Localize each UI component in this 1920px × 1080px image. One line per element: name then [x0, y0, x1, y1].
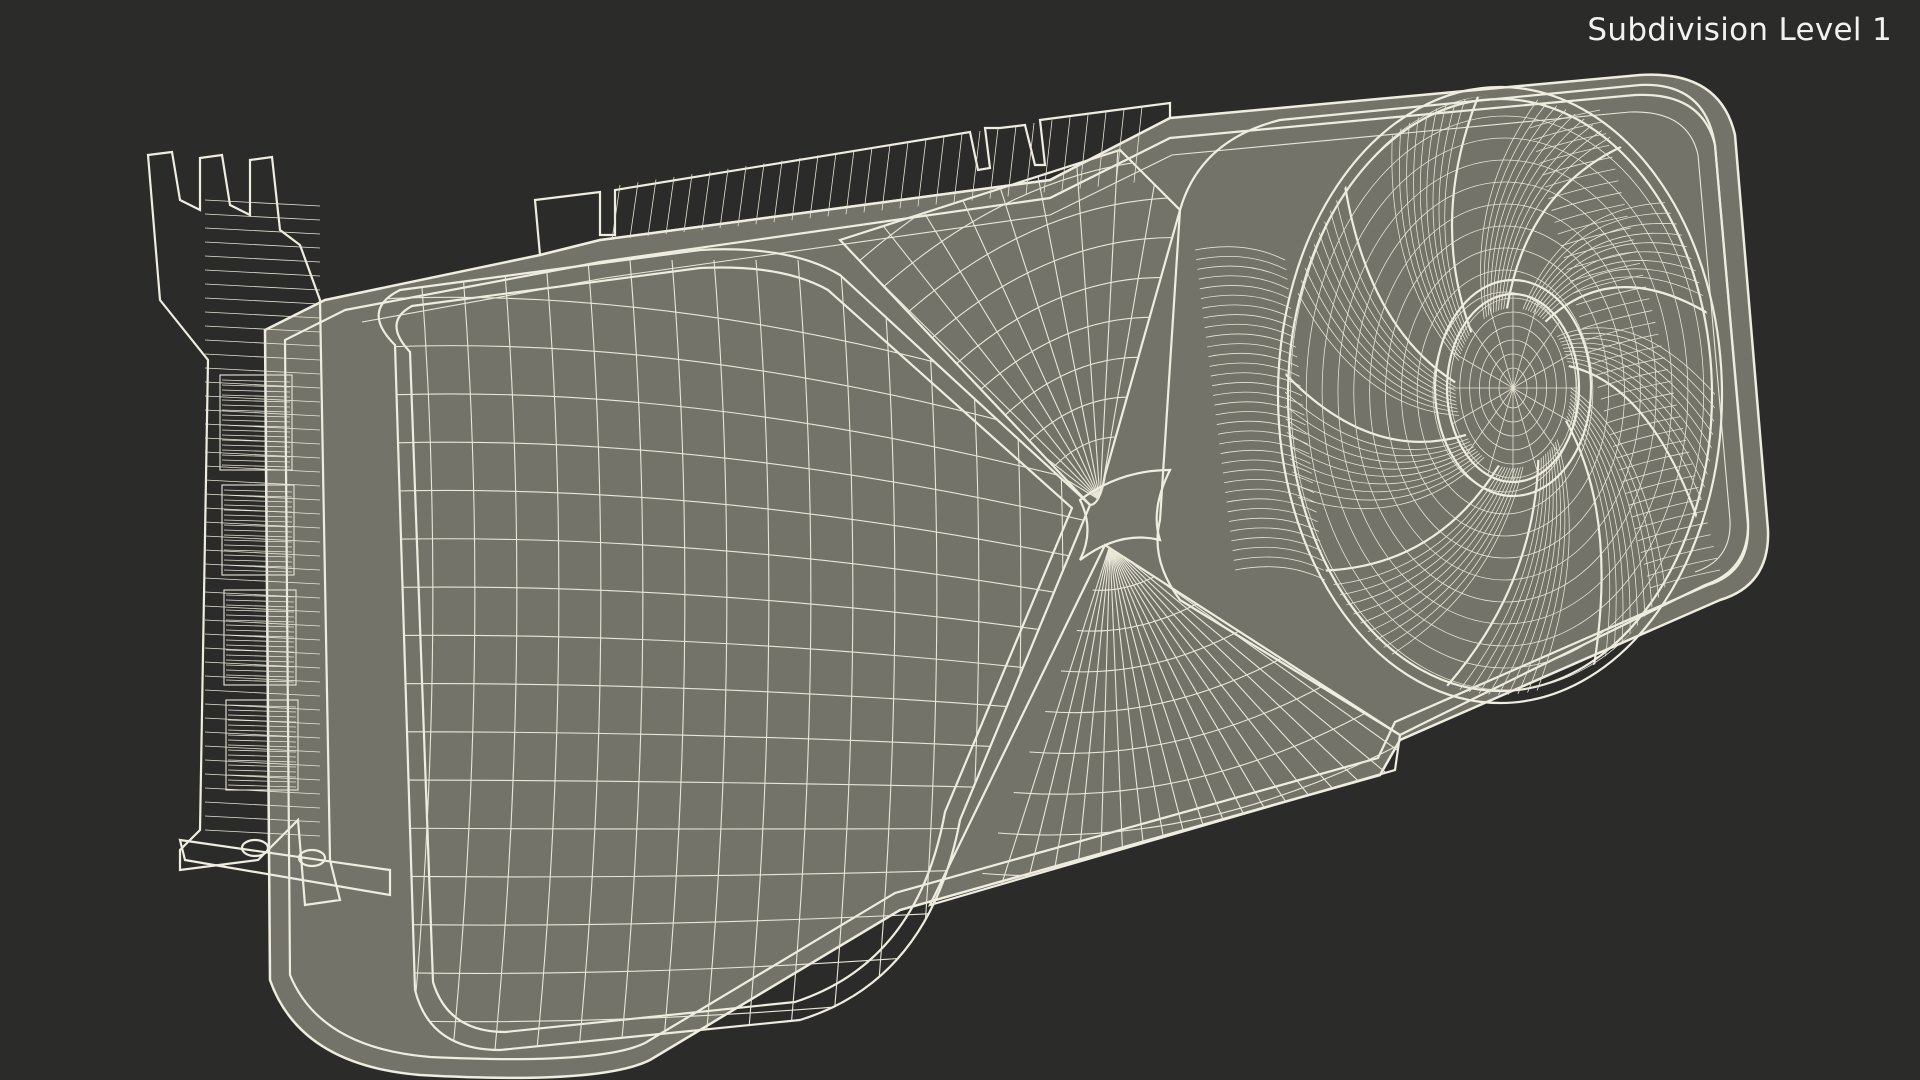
fan-hub: [1433, 278, 1593, 498]
gpu-shroud: [263, 73, 1770, 1080]
gpu-wireframe-render: [146, 73, 1770, 1080]
subdivision-level-label: Subdivision Level 1: [1587, 12, 1892, 48]
render-viewport: Subdivision Level 1: [0, 0, 1920, 1080]
